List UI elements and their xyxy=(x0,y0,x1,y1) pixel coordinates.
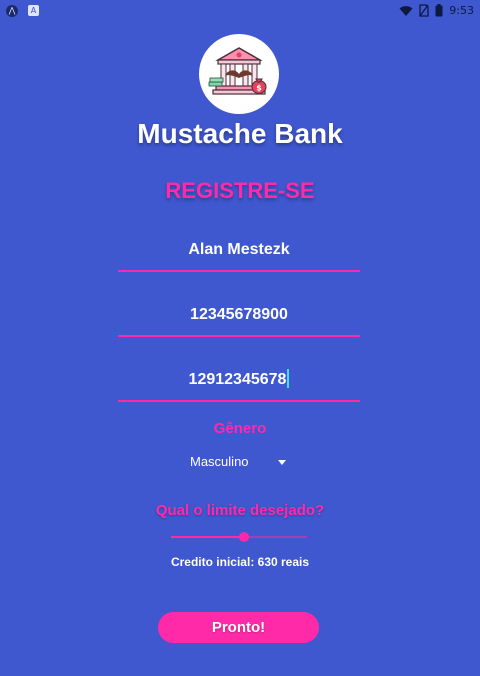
cpf-input-value: 12345678900 xyxy=(190,306,288,323)
clock-time: 9:53 xyxy=(449,4,474,17)
phone-input-value: 12912345678 xyxy=(188,371,287,388)
bank-logo: $ xyxy=(199,34,279,114)
no-sim-icon xyxy=(419,4,429,17)
keyboard-notification-icon: A xyxy=(28,5,39,16)
phone-input[interactable]: 12912345678 xyxy=(118,360,360,402)
status-bar: ⋀ A 9:53 xyxy=(0,0,480,24)
dropdown-arrow-icon xyxy=(278,460,286,465)
name-input[interactable]: Alan Mestezk xyxy=(118,230,360,272)
gender-label: Gênero xyxy=(213,420,267,437)
limit-label: Qual o limite desejado? xyxy=(155,502,325,519)
wifi-icon xyxy=(399,5,413,16)
register-heading: REGISTRE-SE xyxy=(165,178,315,203)
limit-slider[interactable] xyxy=(171,529,307,545)
name-input-value: Alan Mestezk xyxy=(188,241,290,258)
initial-credit-text: Credito inicial: 630 reais xyxy=(170,555,310,569)
slider-thumb[interactable] xyxy=(239,532,250,542)
svg-text:$: $ xyxy=(256,84,262,93)
bank-mustache-logo-icon: $ xyxy=(208,47,267,95)
system-icons: 9:53 xyxy=(399,4,474,17)
app-notification-icon: ⋀ xyxy=(6,5,18,17)
text-cursor xyxy=(287,368,290,388)
slider-fill xyxy=(171,536,245,538)
cpf-input[interactable]: 12345678900 xyxy=(118,295,360,337)
gender-select[interactable]: Masculino xyxy=(183,452,293,472)
battery-icon xyxy=(435,4,443,17)
app-title: Mustache Bank xyxy=(137,118,343,149)
gender-select-value: Masculino xyxy=(190,454,249,469)
notification-icons: ⋀ A xyxy=(6,5,39,17)
submit-button[interactable]: Pronto! xyxy=(158,612,319,643)
